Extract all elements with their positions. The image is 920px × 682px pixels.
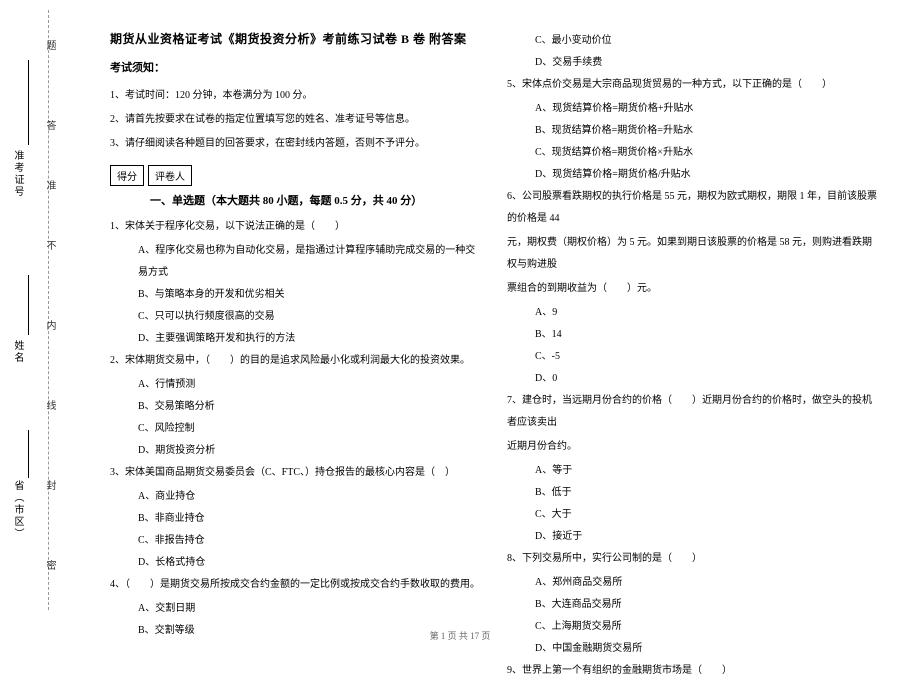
q5-opt-d: D、现货结算价格=期货价格/升贴水	[507, 164, 880, 186]
q5-opt-a: A、现货结算价格=期货价格+升贴水	[507, 98, 880, 120]
q4-opt-d: D、交易手续费	[507, 52, 880, 74]
score-row: 得分 评卷人	[110, 165, 483, 186]
q6-opt-b: B、14	[507, 324, 880, 346]
q6-opt-d: D、0	[507, 368, 880, 390]
binding-char: 线	[42, 400, 57, 414]
q5-opt-b: B、现货结算价格=期货价格=升贴水	[507, 120, 880, 142]
q1-opt-b: B、与策略本身的开发和优劣相关	[110, 284, 483, 306]
field-ticket-label: 准考证号	[10, 150, 25, 198]
q4-opt-a: A、交割日期	[110, 598, 483, 620]
q3-opt-a: A、商业持仓	[110, 486, 483, 508]
left-column: 期货从业资格证考试《期货投资分析》考前练习试卷 B 卷 附答案 考试须知： 1、…	[110, 30, 483, 620]
q7-stem-line1: 7、建仓时，当远期月份合约的价格（ ）近期月份合约的价格时，做空头的投机者应该卖…	[507, 390, 880, 434]
field-ticket-line	[28, 60, 29, 145]
field-name-label: 姓名	[10, 340, 25, 364]
q2-stem: 2、宋体期货交易中，（ ）的目的是追求风险最小化或利润最大化的投资效果。	[110, 350, 483, 372]
q7-opt-d: D、接近于	[507, 526, 880, 548]
q1-opt-c: C、只可以执行频度很高的交易	[110, 306, 483, 328]
q2-opt-d: D、期货投资分析	[110, 440, 483, 462]
section-title: 一、单选题（本大题共 80 小题，每题 0.5 分，共 40 分）	[150, 192, 483, 208]
q8-opt-b: B、大连商品交易所	[507, 594, 880, 616]
q6-stem-line2: 元，期权费（期权价格）为 5 元。如果到期日该股票的价格是 58 元，则购进看跌…	[507, 232, 880, 276]
q6-opt-a: A、9	[507, 302, 880, 324]
q3-opt-b: B、非商业持仓	[110, 508, 483, 530]
binding-char: 封	[42, 480, 57, 494]
notice-title: 考试须知：	[110, 59, 483, 75]
q8-opt-a: A、郑州商品交易所	[507, 572, 880, 594]
notice-item: 1、考试时间：120 分钟，本卷满分为 100 分。	[110, 85, 483, 107]
field-province: 省（市区）	[10, 480, 38, 543]
q2-opt-c: C、风险控制	[110, 418, 483, 440]
q5-stem: 5、宋体点价交易是大宗商品现货贸易的一种方式，以下正确的是（ ）	[507, 74, 880, 96]
q8-stem: 8、下列交易所中，实行公司制的是（ ）	[507, 548, 880, 570]
binding-char: 准	[42, 180, 57, 194]
grader-label: 评卷人	[148, 165, 192, 186]
q9-stem: 9、世界上第一个有组织的金融期货市场是（ ）	[507, 660, 880, 682]
field-name: 姓名	[10, 340, 38, 367]
q6-stem-line3: 票组合的到期收益为（ ）元。	[507, 278, 880, 300]
q6-opt-c: C、-5	[507, 346, 880, 368]
binding-char: 答	[42, 120, 57, 134]
binding-char: 题	[42, 40, 57, 54]
q3-opt-c: C、非报告持仓	[110, 530, 483, 552]
binding-char: 内	[42, 320, 57, 334]
q4-stem: 4、（ ）是期货交易所按成交合约金额的一定比例或按成交合约手数收取的费用。	[110, 574, 483, 596]
q7-opt-a: A、等于	[507, 460, 880, 482]
score-label: 得分	[110, 165, 144, 186]
q1-opt-d: D、主要强调策略开发和执行的方法	[110, 328, 483, 350]
field-ticket: 准考证号	[10, 150, 38, 201]
notice-item: 3、请仔细阅读各种题目的回答要求，在密封线内答题，否则不予评分。	[110, 133, 483, 155]
q1-opt-a: A、程序化交易也称为自动化交易，是指通过计算程序辅助完成交易的一种交易方式	[110, 240, 483, 284]
field-name-line	[28, 275, 29, 335]
binding-char: 密	[42, 560, 57, 574]
page-footer: 第 1 页 共 17 页	[0, 629, 920, 642]
binding-dashed-line	[48, 10, 49, 610]
q2-opt-b: B、交易策略分析	[110, 396, 483, 418]
binding-char: 不	[42, 240, 57, 254]
q7-opt-c: C、大于	[507, 504, 880, 526]
notice-item: 2、请首先按要求在试卷的指定位置填写您的姓名、准考证号等信息。	[110, 109, 483, 131]
exam-page: 密 封 线 内 不 准 答 题 省（市区） 姓名 准考证号 期货从业资格证考试《…	[0, 0, 920, 650]
right-column: C、最小变动价位 D、交易手续费 5、宋体点价交易是大宗商品现货贸易的一种方式，…	[507, 30, 880, 620]
field-province-label: 省（市区）	[10, 480, 25, 540]
q3-stem: 3、宋体美国商品期货交易委员会（C、FTC、）持仓报告的最核心内容是（ ）	[110, 462, 483, 484]
q1-stem: 1、宋体关于程序化交易，以下说法正确的是（ ）	[110, 216, 483, 238]
content-columns: 期货从业资格证考试《期货投资分析》考前练习试卷 B 卷 附答案 考试须知： 1、…	[110, 30, 880, 620]
q5-opt-c: C、现货结算价格=期货价格×升贴水	[507, 142, 880, 164]
exam-title: 期货从业资格证考试《期货投资分析》考前练习试卷 B 卷 附答案	[110, 30, 483, 47]
q6-stem-line1: 6、公司股票看跌期权的执行价格是 55 元，期权为欧式期权，期限 1 年，目前该…	[507, 186, 880, 230]
q7-opt-b: B、低于	[507, 482, 880, 504]
field-province-line	[28, 430, 29, 478]
q2-opt-a: A、行情预测	[110, 374, 483, 396]
q7-stem-line2: 近期月份合约。	[507, 436, 880, 458]
q4-opt-c: C、最小变动价位	[507, 30, 880, 52]
q3-opt-d: D、长格式持仓	[110, 552, 483, 574]
